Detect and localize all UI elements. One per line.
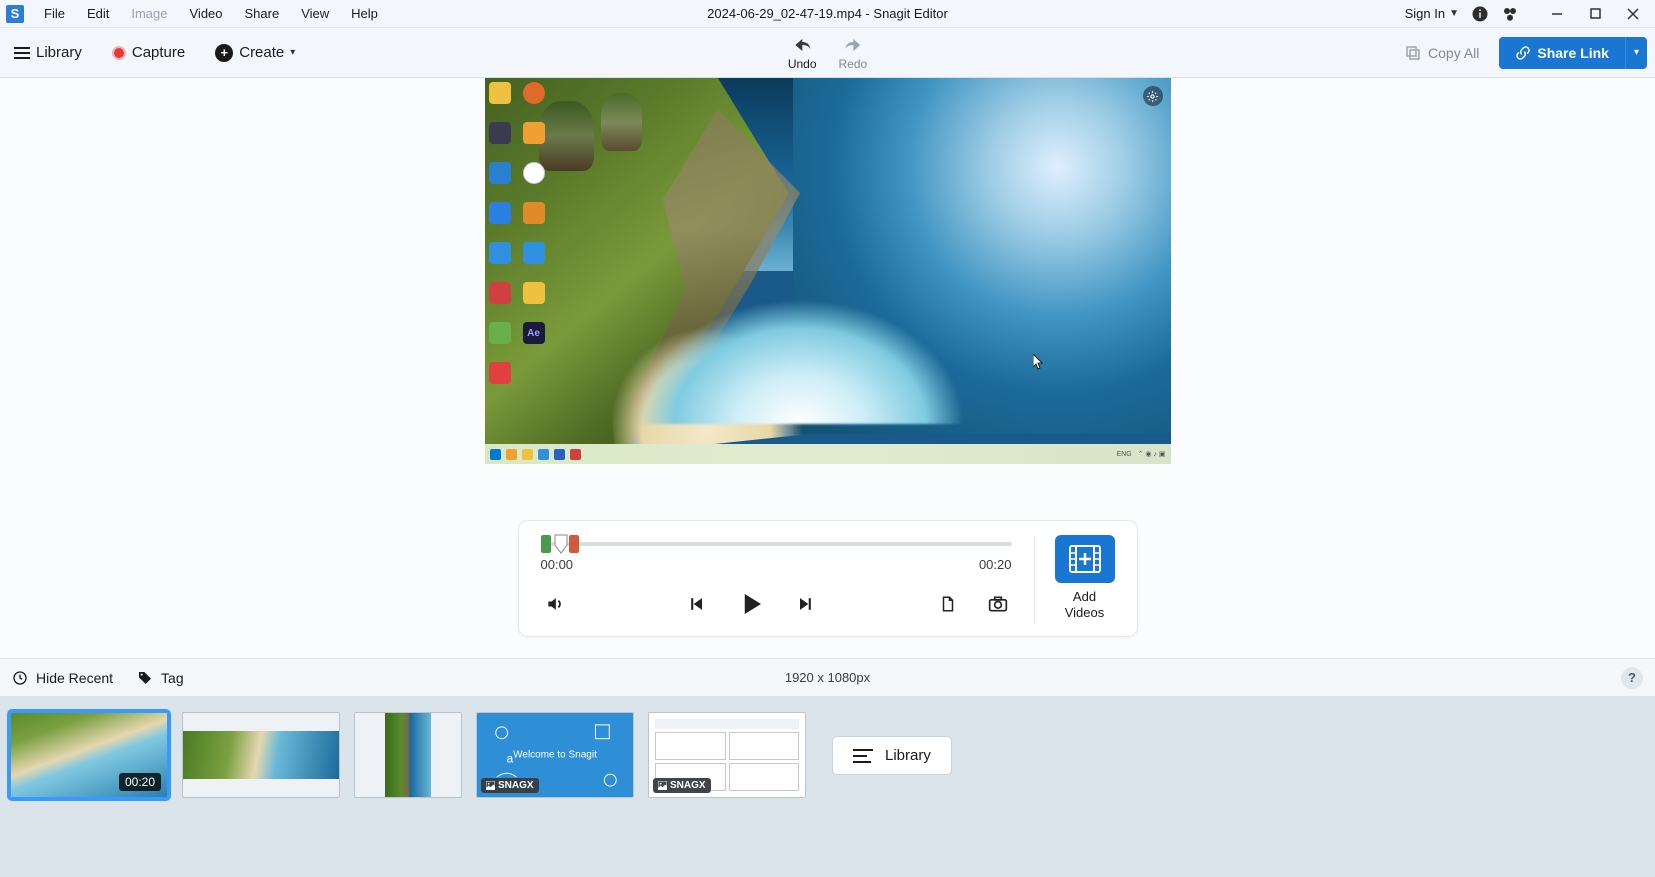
export-frame-button[interactable] bbox=[932, 588, 964, 620]
image-icon bbox=[486, 781, 495, 790]
snapshot-button[interactable] bbox=[982, 588, 1014, 620]
create-label: Create bbox=[239, 44, 284, 61]
menu-share[interactable]: Share bbox=[235, 2, 290, 25]
window-title: 2024-06-29_02-47-19.mp4 - Snagit Editor bbox=[707, 6, 948, 21]
preview-taskbar: ENG ⌃ ◉ ♪ ▣ bbox=[485, 444, 1171, 464]
create-button[interactable]: + Create ▾ bbox=[209, 40, 301, 66]
camera-icon bbox=[988, 595, 1008, 613]
menu-image: Image bbox=[121, 2, 177, 25]
notifications-icon[interactable] bbox=[1501, 5, 1519, 23]
maximize-button[interactable] bbox=[1579, 3, 1611, 25]
tag-button[interactable]: Tag bbox=[137, 670, 184, 686]
undo-button[interactable]: Undo bbox=[788, 35, 817, 71]
video-player-controls: 00:00 00:20 bbox=[518, 520, 1138, 637]
playhead[interactable] bbox=[553, 533, 569, 555]
trim-start-handle[interactable] bbox=[541, 535, 551, 553]
add-videos-icon bbox=[1068, 544, 1102, 574]
recent-thumb-1[interactable] bbox=[182, 712, 340, 798]
clock-icon bbox=[12, 670, 28, 686]
volume-icon bbox=[545, 594, 565, 614]
duration-badge: 00:20 bbox=[119, 773, 161, 791]
menu-file[interactable]: File bbox=[34, 2, 75, 25]
library-label: Library bbox=[36, 44, 82, 61]
snagx-badge: SNAGX bbox=[481, 778, 539, 793]
trim-end-handle[interactable] bbox=[569, 535, 579, 553]
menu-bar: S File Edit Image Video Share View Help … bbox=[0, 0, 1655, 28]
undo-icon bbox=[789, 35, 815, 55]
tray-library-button[interactable]: Library bbox=[832, 736, 952, 775]
redo-button[interactable]: Redo bbox=[839, 35, 868, 71]
step-back-icon bbox=[687, 594, 707, 614]
image-icon bbox=[658, 781, 667, 790]
undo-label: Undo bbox=[788, 57, 817, 71]
recent-thumb-3[interactable]: a Welcome to Snagit SNAGX bbox=[476, 712, 634, 798]
chevron-down-icon: ▾ bbox=[290, 47, 295, 58]
menu-edit[interactable]: Edit bbox=[77, 2, 119, 25]
menu-video[interactable]: Video bbox=[180, 2, 233, 25]
volume-button[interactable] bbox=[539, 588, 571, 620]
thumb-welcome-text: Welcome to Snagit bbox=[513, 750, 597, 761]
plus-icon: + bbox=[215, 44, 233, 62]
tag-label: Tag bbox=[161, 670, 184, 686]
status-bar: Hide Recent Tag 1920 x 1080px ? bbox=[0, 658, 1655, 696]
copy-icon bbox=[1404, 44, 1422, 62]
capture-label: Capture bbox=[132, 44, 185, 61]
help-button[interactable]: ? bbox=[1621, 667, 1643, 689]
close-button[interactable] bbox=[1617, 3, 1649, 25]
link-icon bbox=[1515, 45, 1531, 61]
snagx-badge: SNAGX bbox=[653, 778, 711, 793]
share-link-label: Share Link bbox=[1537, 45, 1609, 61]
time-current: 00:00 bbox=[541, 557, 574, 572]
tray-library-label: Library bbox=[885, 747, 931, 764]
chevron-down-icon: ▾ bbox=[1634, 47, 1639, 58]
sign-in-button[interactable]: Sign In ▼ bbox=[1405, 6, 1459, 21]
library-button[interactable]: Library bbox=[8, 40, 88, 65]
time-total: 00:20 bbox=[979, 557, 1012, 572]
hide-recent-label: Hide Recent bbox=[36, 670, 113, 686]
play-button[interactable] bbox=[731, 584, 771, 624]
capture-button[interactable]: Capture bbox=[106, 40, 191, 65]
minimize-button[interactable] bbox=[1541, 3, 1573, 25]
main-toolbar: Library Capture + Create ▾ Undo Redo Cop… bbox=[0, 28, 1655, 78]
hamburger-icon bbox=[14, 47, 30, 59]
record-icon bbox=[112, 46, 126, 60]
redo-label: Redo bbox=[839, 57, 868, 71]
hide-recent-button[interactable]: Hide Recent bbox=[12, 670, 113, 686]
step-forward-icon bbox=[795, 594, 815, 614]
library-icon bbox=[853, 749, 873, 763]
recent-thumb-2[interactable] bbox=[354, 712, 462, 798]
copy-all-button[interactable]: Copy All bbox=[1394, 38, 1489, 68]
dimensions-readout: 1920 x 1080px bbox=[785, 670, 870, 685]
menu-help[interactable]: Help bbox=[341, 2, 388, 25]
add-videos-button[interactable] bbox=[1055, 535, 1115, 583]
menu-view[interactable]: View bbox=[291, 2, 339, 25]
canvas-area: Ae ENG ⌃ ◉ ♪ ▣ 00:00 bbox=[0, 78, 1655, 658]
share-link-button[interactable]: Share Link bbox=[1499, 37, 1625, 69]
recent-thumb-0[interactable]: 00:20 bbox=[10, 712, 168, 798]
tag-icon bbox=[137, 670, 153, 686]
app-logo: S bbox=[6, 5, 24, 23]
sign-in-label: Sign In bbox=[1405, 6, 1445, 21]
recent-thumb-4[interactable]: SNAGX bbox=[648, 712, 806, 798]
redo-icon bbox=[840, 35, 866, 55]
document-icon bbox=[939, 594, 957, 614]
timeline-scrubber[interactable] bbox=[541, 535, 1012, 553]
share-link-dropdown[interactable]: ▾ bbox=[1625, 37, 1647, 69]
step-back-button[interactable] bbox=[681, 588, 713, 620]
recent-captures-tray: 00:20 a Welcome to Snagit SNAGX SNAGX Li… bbox=[0, 696, 1655, 877]
cursor-icon bbox=[1033, 354, 1044, 370]
snagx-label: SNAGX bbox=[670, 780, 706, 791]
copy-all-label: Copy All bbox=[1428, 45, 1479, 61]
play-icon bbox=[736, 589, 766, 619]
chevron-down-icon: ▼ bbox=[1449, 8, 1459, 19]
info-icon[interactable] bbox=[1471, 5, 1489, 23]
menu-items: File Edit Image Video Share View Help bbox=[34, 2, 388, 25]
add-videos-label: Add Videos bbox=[1065, 589, 1105, 620]
video-preview[interactable]: Ae ENG ⌃ ◉ ♪ ▣ bbox=[485, 78, 1171, 464]
snagx-label: SNAGX bbox=[498, 780, 534, 791]
step-forward-button[interactable] bbox=[789, 588, 821, 620]
desktop-icons: Ae bbox=[489, 82, 545, 384]
preview-settings-icon[interactable] bbox=[1143, 86, 1163, 106]
